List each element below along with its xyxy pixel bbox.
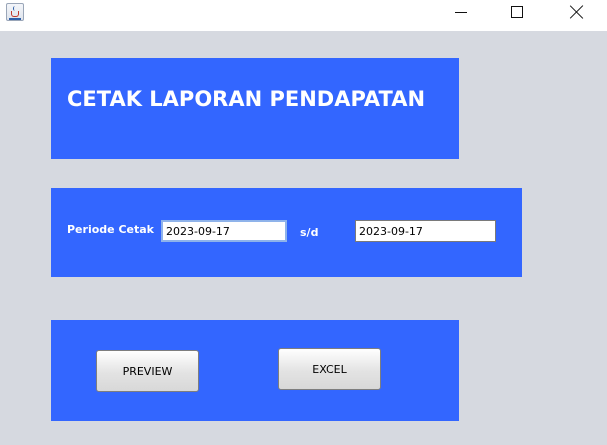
- period-label: Periode Cetak: [67, 223, 154, 236]
- preview-button[interactable]: PREVIEW: [96, 350, 199, 392]
- maximize-button[interactable]: [494, 0, 540, 24]
- excel-button[interactable]: EXCEL: [278, 348, 381, 390]
- minimize-icon: [455, 11, 467, 13]
- window-title-bar: [0, 0, 607, 31]
- period-panel: Periode Cetak s/d: [51, 188, 522, 277]
- date-from-field[interactable]: [161, 220, 287, 242]
- title-panel: CETAK LAPORAN PENDAPATAN: [51, 58, 459, 159]
- close-icon: [569, 5, 583, 19]
- page-title: CETAK LAPORAN PENDAPATAN: [67, 87, 426, 111]
- date-to-field[interactable]: [355, 220, 496, 242]
- date-separator-label: s/d: [300, 226, 319, 239]
- action-panel: PREVIEW EXCEL: [51, 320, 459, 421]
- close-button[interactable]: [553, 0, 599, 24]
- minimize-button[interactable]: [438, 0, 484, 24]
- java-cup-icon[interactable]: [6, 3, 24, 21]
- maximize-icon: [511, 6, 523, 18]
